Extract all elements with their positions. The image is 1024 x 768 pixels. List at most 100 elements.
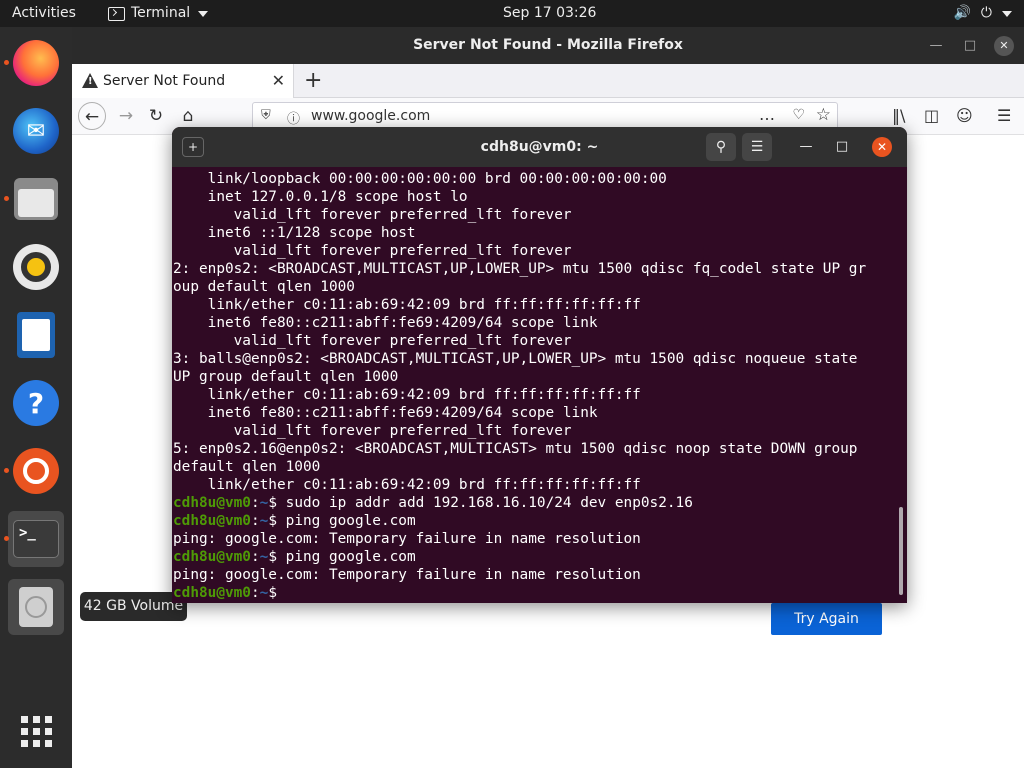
tab-server-not-found[interactable]: Server Not Found ✕ [72,64,294,98]
terminal-icon [108,6,125,21]
account-icon[interactable]: ☺ [956,106,973,125]
output-text: inet6 fe80::c211:abff:fe69:4209/64 scope… [173,315,598,331]
terminal-line: 3: balls@enp0s2: <BROADCAST,MULTICAST,UP… [173,350,899,368]
command-text: ping google.com [285,549,416,565]
prompt-symbol: $ [268,495,286,511]
url-bar[interactable]: ⛨ ⓘ www.google.com … ♡ ☆ [252,102,838,130]
terminal-line: ping: google.com: Temporary failure in n… [173,566,899,584]
prompt-user: cdh8u@vm0 [173,495,251,511]
command-text: sudo ip addr add 192.168.16.10/24 dev en… [285,495,693,511]
output-text: valid_lft forever preferred_lft forever [173,423,572,439]
reload-button[interactable]: ↻ [142,102,170,130]
terminal-line: 2: enp0s2: <BROADCAST,MULTICAST,UP,LOWER… [173,260,899,278]
forward-button[interactable]: → [112,102,140,130]
terminal-line: link/ether c0:11:ab:69:42:09 brd ff:ff:f… [173,296,899,314]
try-again-button[interactable]: Try Again [771,603,882,635]
hamburger-menu-icon[interactable]: ☰ [997,106,1011,125]
app-menu-label: Terminal [131,5,191,21]
pocket-icon[interactable]: ♡ [792,107,805,123]
output-text: 2: enp0s2: <BROADCAST,MULTICAST,UP,LOWER… [173,261,867,277]
terminal-line: valid_lft forever preferred_lft forever [173,422,899,440]
info-icon[interactable]: ⓘ [287,108,300,127]
ubuntu-icon [13,448,59,494]
terminal-line: ping: google.com: Temporary failure in n… [173,530,899,548]
dock-item-ubuntu-software[interactable] [4,443,64,499]
output-text: 3: balls@enp0s2: <BROADCAST,MULTICAST,UP… [173,351,858,367]
prompt-symbol: $ [268,585,286,601]
system-tray[interactable]: 🔊 ⏻ [953,0,1012,27]
terminal-line: inet6 fe80::c211:abff:fe69:4209/64 scope… [173,404,899,422]
dock-item-writer[interactable] [8,307,64,363]
terminal-line: default qlen 1000 [173,458,899,476]
minimize-button[interactable]: — [926,36,946,56]
dock-item-help[interactable]: ? [8,375,64,431]
menu-button[interactable]: ☰ [742,133,772,161]
dock-item-firefox[interactable] [4,35,64,91]
close-button[interactable]: ✕ [994,36,1014,56]
terminal-line: inet6 fe80::c211:abff:fe69:4209/64 scope… [173,314,899,332]
terminal-line: link/ether c0:11:ab:69:42:09 brd ff:ff:f… [173,476,899,494]
prompt-separator: : [250,495,260,511]
output-text: valid_lft forever preferred_lft forever [173,207,572,223]
maximize-button[interactable]: □ [828,133,856,161]
running-indicator [4,468,9,473]
power-icon: ⏻ [980,5,992,21]
terminal-output[interactable]: link/loopback 00:00:00:00:00:00 brd 00:0… [173,170,899,601]
activities-button[interactable]: Activities [12,0,76,27]
firefox-window-title: Server Not Found - Mozilla Firefox [413,37,683,53]
dock-item-files[interactable] [4,171,64,227]
terminal-icon: >_ [13,520,59,558]
home-button[interactable]: ⌂ [174,102,202,130]
output-text: oup default qlen 1000 [173,279,355,295]
prompt-user: cdh8u@vm0 [173,585,251,601]
clock[interactable]: Sep 17 03:26 [503,0,596,27]
tab-close-icon[interactable]: ✕ [272,64,285,98]
firefox-titlebar[interactable]: Server Not Found - Mozilla Firefox — □ ✕ [72,27,1024,64]
close-button[interactable]: ✕ [872,137,892,157]
new-tab-button[interactable]: + [304,64,322,98]
prompt-separator: : [250,513,260,529]
page-actions-icon[interactable]: … [759,103,775,127]
prompt-user: cdh8u@vm0 [173,549,251,565]
output-text: link/ether c0:11:ab:69:42:09 brd ff:ff:f… [173,387,641,403]
terminal-line: valid_lft forever preferred_lft forever [173,332,899,350]
app-menu[interactable]: Terminal [108,0,209,27]
output-text: valid_lft forever preferred_lft forever [173,243,572,259]
dock-item-volume[interactable] [8,579,64,635]
sidebar-icon[interactable]: ◫ [924,106,939,125]
dock-item-rhythmbox[interactable] [8,239,64,295]
warning-icon [82,73,98,88]
output-text: inet6 fe80::c211:abff:fe69:4209/64 scope… [173,405,598,421]
shield-icon[interactable]: ⛨ [261,108,271,123]
terminal-headerbar[interactable]: + cdh8u@vm0: ~ ⚲ ☰ — □ ✕ [172,127,907,167]
terminal-scrollbar[interactable] [899,507,903,595]
running-indicator [4,196,9,201]
rhythmbox-icon [13,244,59,290]
dock-item-thunderbird[interactable]: ✉ [8,103,64,159]
chevron-down-icon [198,10,209,17]
tab-bar: Server Not Found ✕ + [72,64,1024,98]
back-button[interactable]: ← [78,102,106,130]
output-text: ping: google.com: Temporary failure in n… [173,531,641,547]
chevron-down-icon [1002,10,1012,17]
thunderbird-icon: ✉ [13,108,59,154]
bookmark-star-icon[interactable]: ☆ [816,105,831,125]
terminal-line: cdh8u@vm0:~$ ping google.com [173,512,899,530]
dock-tooltip: 42 GB Volume [80,592,187,621]
output-text: link/loopback 00:00:00:00:00:00 brd 00:0… [173,171,667,187]
terminal-line: link/loopback 00:00:00:00:00:00 brd 00:0… [173,170,899,188]
dock-item-terminal[interactable]: >_ [4,511,64,567]
terminal-line: cdh8u@vm0:~$ ping google.com [173,548,899,566]
terminal-window[interactable]: + cdh8u@vm0: ~ ⚲ ☰ — □ ✕ link/loopback 0… [172,127,907,603]
show-applications-button[interactable] [8,703,64,759]
command-text: ping google.com [285,513,416,529]
url-text[interactable]: www.google.com [311,103,430,129]
library-icon[interactable]: ‖\ [892,106,905,125]
terminal-line: 5: enp0s2.16@enp0s2: <BROADCAST,MULTICAS… [173,440,899,458]
running-indicator [4,60,9,65]
minimize-button[interactable]: — [792,133,820,161]
maximize-button[interactable]: □ [960,36,980,56]
search-button[interactable]: ⚲ [706,133,736,161]
terminal-line: oup default qlen 1000 [173,278,899,296]
dock: ✉ ? >_ [0,27,72,768]
